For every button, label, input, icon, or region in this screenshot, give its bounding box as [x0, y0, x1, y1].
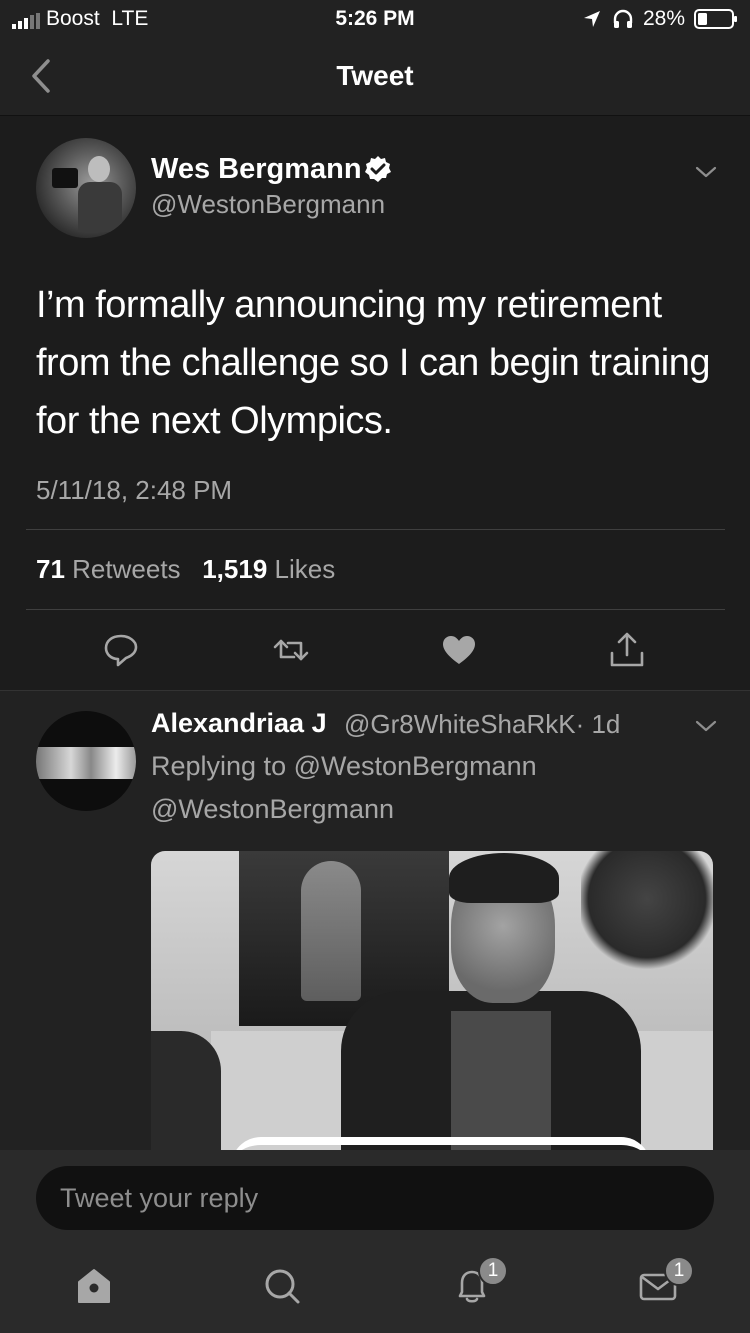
reply-tweet[interactable]: Alexandriaa J @Gr8WhiteShaRkK· 1d Replyi…	[0, 692, 750, 1150]
battery-percent: 28%	[643, 7, 686, 30]
tweet-text: I’m formally announcing my retirement fr…	[36, 284, 710, 442]
tweet-stats: 71 Retweets 1,519 Likes	[36, 554, 335, 585]
reply-age: · 1d	[575, 709, 621, 739]
retweets-count[interactable]: 71	[36, 554, 65, 584]
reply-text[interactable]: @WestonBergmann	[151, 794, 394, 825]
status-time: 5:26 PM	[335, 7, 415, 30]
tweet-detail: Wes Bergmann @WestonBergmann I’m formall…	[0, 116, 750, 691]
likes-label[interactable]: Likes	[275, 554, 336, 584]
tweet-timestamp: 5/11/18, 2:48 PM	[36, 475, 233, 505]
reply-composer	[0, 1150, 750, 1250]
author-handle[interactable]: @WestonBergmann	[151, 189, 385, 220]
location-arrow-icon	[584, 11, 600, 27]
verified-badge-icon	[365, 156, 391, 182]
retweets-label[interactable]: Retweets	[72, 554, 180, 584]
search-icon[interactable]	[262, 1266, 302, 1306]
chevron-down-icon[interactable]	[694, 164, 718, 180]
messages-badge: 1	[664, 1256, 694, 1286]
share-icon[interactable]	[608, 631, 646, 669]
divider	[26, 529, 725, 530]
avatar[interactable]	[36, 138, 136, 238]
like-icon[interactable]	[440, 631, 478, 669]
reply-icon[interactable]	[102, 631, 140, 669]
author-name[interactable]: Wes Bergmann	[151, 153, 362, 186]
avatar[interactable]	[36, 711, 136, 811]
status-bar: Boost LTE 5:26 PM 28%	[0, 0, 750, 38]
reply-media-image[interactable]	[151, 851, 713, 1150]
nav-bar: Tweet	[0, 38, 750, 116]
reply-author-handle[interactable]: @Gr8WhiteShaRkK· 1d	[344, 709, 620, 740]
tab-bar: 1 1	[0, 1250, 750, 1333]
page-title: Tweet	[336, 60, 414, 91]
headphones-icon	[613, 9, 633, 28]
divider	[26, 609, 725, 610]
retweet-icon[interactable]	[272, 631, 310, 669]
reply-author-name[interactable]: Alexandriaa J	[151, 708, 327, 739]
notifications-badge: 1	[478, 1256, 508, 1286]
chevron-down-icon[interactable]	[694, 718, 718, 734]
replying-to[interactable]: Replying to @WestonBergmann	[151, 751, 537, 782]
battery-icon	[694, 9, 737, 29]
likes-count[interactable]: 1,519	[202, 554, 267, 584]
home-icon[interactable]	[74, 1266, 114, 1306]
reply-input[interactable]	[36, 1166, 714, 1230]
